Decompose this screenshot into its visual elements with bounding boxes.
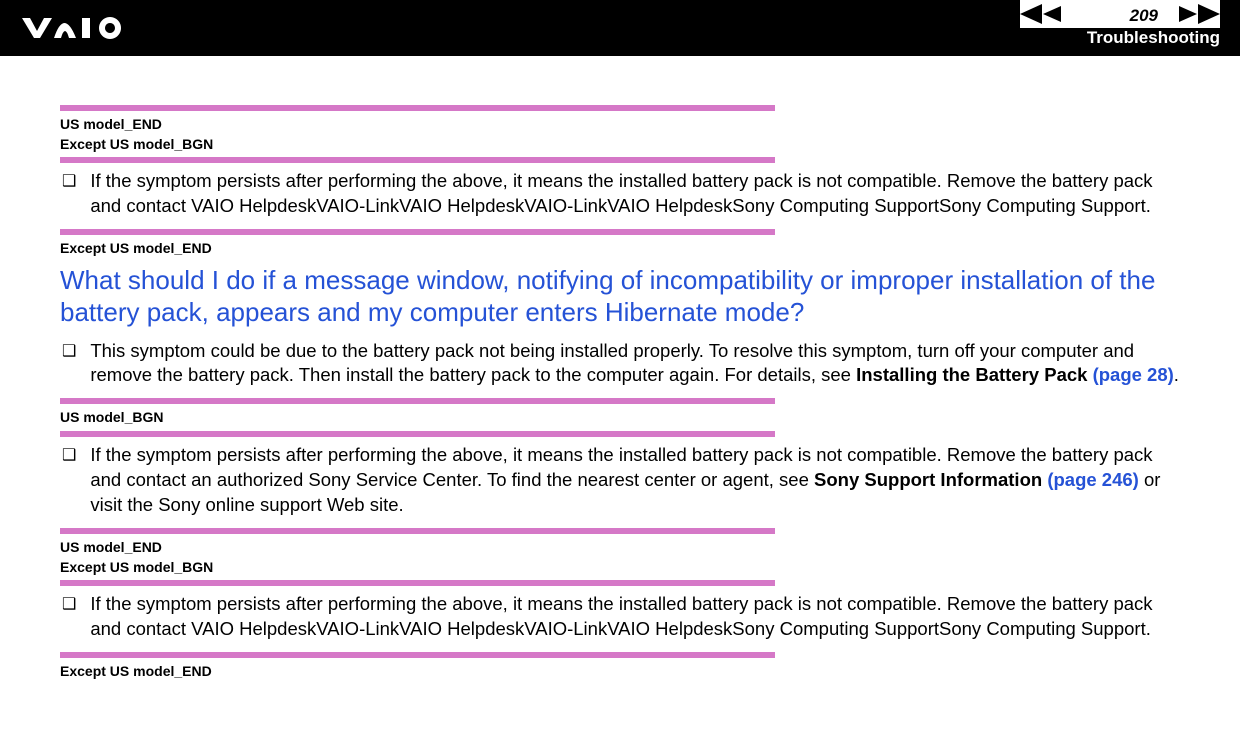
tag-us-bgn: US model_BGN (60, 408, 1180, 426)
page-number: 209 (1130, 6, 1158, 26)
bullet-marker-icon: ❑ (62, 341, 76, 389)
divider-bar (60, 105, 775, 111)
divider-bar (60, 229, 775, 235)
divider-bar (60, 528, 775, 534)
tag-us-end: US model_END (60, 115, 1180, 133)
ref-sony-support: Sony Support Information (814, 469, 1047, 490)
list-item: ❑ If the symptom persists after performi… (60, 443, 1180, 518)
tag-except-us-bgn: Except US model_BGN (60, 558, 1180, 576)
bullet-text: This symptom could be due to the battery… (90, 339, 1180, 389)
nav-prev-inner-icon[interactable] (1043, 6, 1061, 22)
page-content: US model_END Except US model_BGN ❑ If th… (0, 56, 1240, 702)
section-title: Troubleshooting (1087, 28, 1220, 48)
page-246-link[interactable]: (page 246) (1047, 469, 1139, 490)
nav-arrows-container: 209 (1020, 0, 1220, 28)
tag-except-us-end: Except US model_END (60, 662, 1180, 680)
bullet-text: If the symptom persists after performing… (90, 592, 1180, 642)
tag-except-us-bgn: Except US model_BGN (60, 135, 1180, 153)
nav-prev-outer-icon[interactable] (1020, 4, 1042, 24)
nav-next-inner-icon[interactable] (1179, 6, 1197, 22)
divider-bar (60, 157, 775, 163)
bullet-text: If the symptom persists after performing… (90, 169, 1180, 219)
list-item: ❑ If the symptom persists after performi… (60, 169, 1180, 219)
question-heading: What should I do if a message window, no… (60, 264, 1180, 329)
page-header: 209 Troubleshooting (0, 0, 1240, 56)
page-28-link[interactable]: (page 28) (1093, 364, 1174, 385)
divider-bar (60, 431, 775, 437)
vaio-logo (20, 14, 160, 42)
nav-next-outer-icon[interactable] (1198, 4, 1220, 24)
tag-except-us-end: Except US model_END (60, 239, 1180, 257)
divider-bar (60, 580, 775, 586)
list-item: ❑ This symptom could be due to the batte… (60, 339, 1180, 389)
bullet-marker-icon: ❑ (62, 594, 76, 642)
bullet-text: If the symptom persists after performing… (90, 443, 1180, 518)
list-item: ❑ If the symptom persists after performi… (60, 592, 1180, 642)
ref-installing-battery: Installing the Battery Pack (856, 364, 1092, 385)
bullet-marker-icon: ❑ (62, 171, 76, 219)
bullet-marker-icon: ❑ (62, 445, 76, 518)
tag-us-end: US model_END (60, 538, 1180, 556)
divider-bar (60, 652, 775, 658)
divider-bar (60, 398, 775, 404)
